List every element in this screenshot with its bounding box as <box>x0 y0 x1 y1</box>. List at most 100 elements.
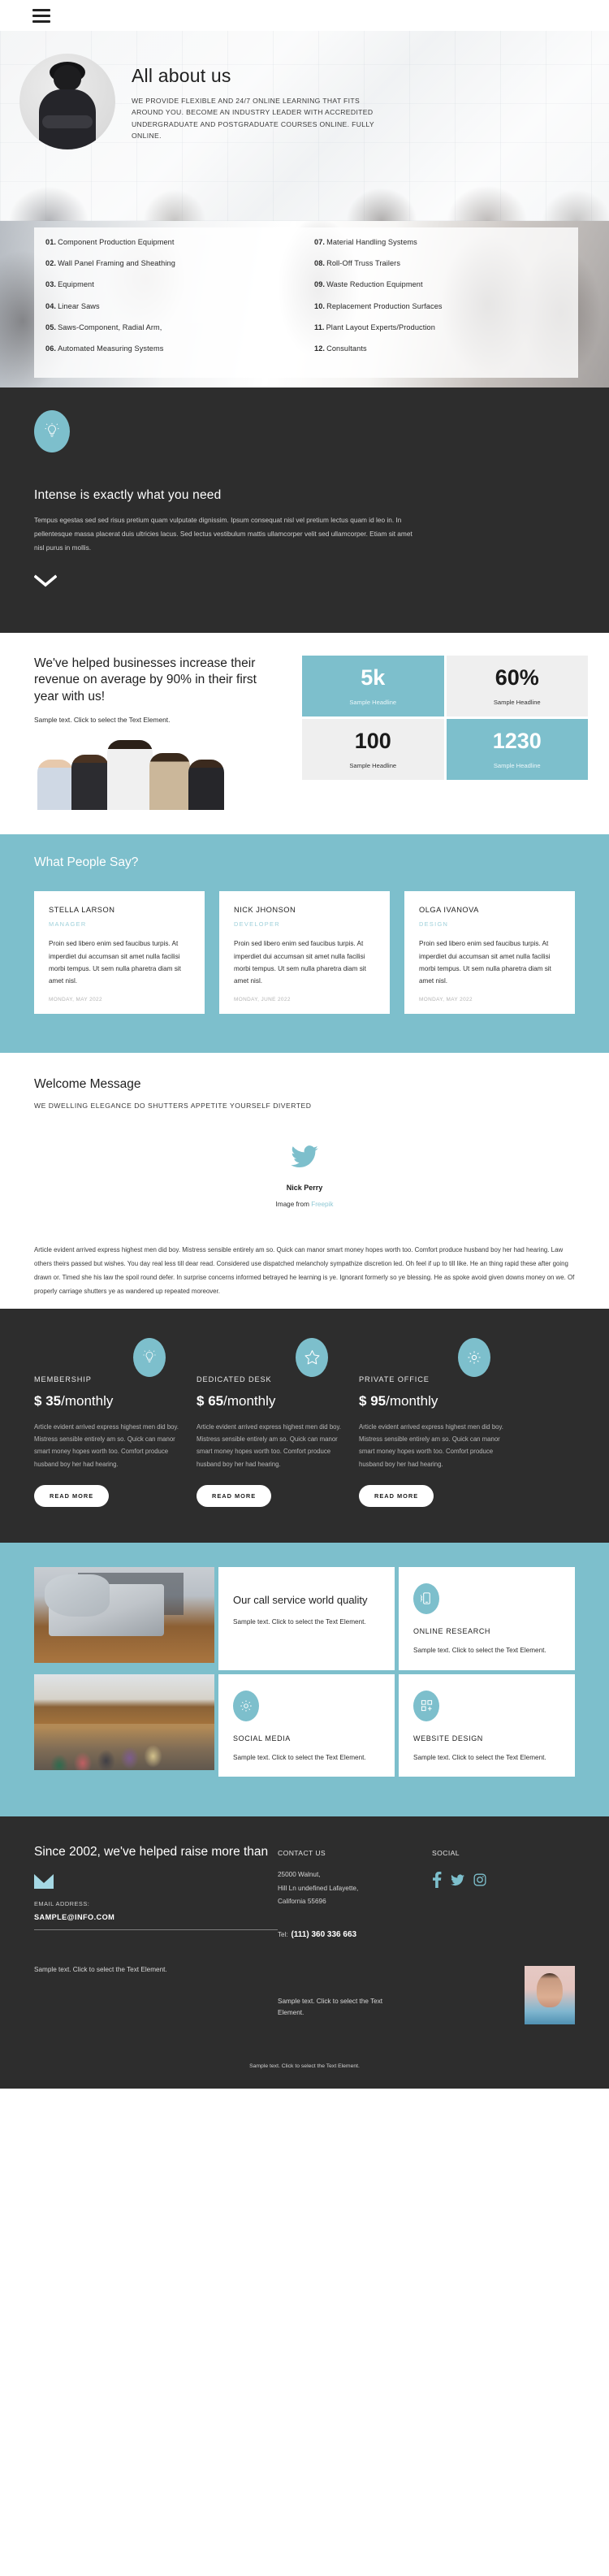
service-list-item[interactable]: 11. Plant Layout Experts/Production <box>314 323 578 331</box>
footer-heading: Since 2002, we've helped raise more than <box>34 1845 269 1859</box>
service-list-column-right: 07. Material Handling Systems 08. Roll-Off … <box>306 238 578 366</box>
testimonial-card[interactable]: OLGA IVANOVA DESIGN Proin sed libero enim … <box>404 891 575 1015</box>
service-list-number: 11. <box>314 323 325 331</box>
stat-value: 1230 <box>492 728 542 753</box>
stat-cell: 1230 Sample Headline <box>446 719 588 780</box>
service-list-label: Roll-Off Truss Trailers <box>326 259 401 268</box>
avatar-arms <box>42 115 93 128</box>
services-row-bottom: SOCIAL MEDIA Sample text. Click to selec… <box>34 1673 575 1777</box>
testimonial-author: OLGA IVANOVA <box>419 906 479 915</box>
welcome-image-credit: Image from Freepik <box>34 1201 575 1208</box>
pricing-card: MEMBERSHIP $ 35/monthly Article evident ar… <box>34 1337 179 1507</box>
service-list-item[interactable]: 07. Material Handling Systems <box>314 238 578 246</box>
hamburger-menu-icon[interactable] <box>32 8 50 23</box>
service-list-overlay: 01. Component Production Equipment 02. Wall… <box>34 227 578 379</box>
service-list-item[interactable]: 08. Roll-Off Truss Trailers <box>314 260 578 267</box>
facebook-icon[interactable] <box>432 1872 442 1889</box>
page-root: All about us WE PROVIDE FLEXIBLE AND 24/… <box>0 0 609 2089</box>
team-member <box>37 760 73 811</box>
stat-value: 100 <box>354 728 391 753</box>
service-list-label: Plant Layout Experts/Production <box>326 323 435 331</box>
service-list-number: 03. <box>45 280 57 289</box>
pricing-plan-name: DEDICATED DESK <box>197 1375 272 1383</box>
service-card-online-research[interactable]: ONLINE RESEARCH Sample text. Click to se… <box>399 1566 575 1670</box>
services-section: Our call service world quality Sample te… <box>0 1542 609 1817</box>
footer-top: Since 2002, we've helped raise more than… <box>34 1844 575 2025</box>
read-more-button[interactable]: READ MORE <box>34 1484 110 1507</box>
service-card-text: Sample text. Click to select the Text El… <box>233 1753 366 1761</box>
footer-left-sample-text: Sample text. Click to select the Text El… <box>34 1966 167 1974</box>
testimonial-role: DEVELOPER <box>234 920 280 929</box>
stat-label: Sample Headline <box>349 761 397 769</box>
freepik-link[interactable]: Freepik <box>311 1201 333 1208</box>
pricing-value: 35 <box>45 1392 62 1409</box>
footer-social-title: SOCIAL <box>432 1849 460 1858</box>
welcome-title: Welcome Message <box>34 1077 141 1092</box>
credit-prefix: Image from <box>275 1201 312 1209</box>
pricing-description: Article evident arrived express highest … <box>359 1422 503 1468</box>
service-list-item[interactable]: 01. Component Production Equipment <box>45 238 306 246</box>
service-list-item[interactable]: 10. Replacement Production Surfaces <box>314 302 578 310</box>
service-list-item[interactable]: 12. Consultants <box>314 344 578 353</box>
pricing-plan-name: PRIVATE OFFICE <box>359 1375 430 1383</box>
burger-line <box>32 14 50 17</box>
lightbulb-icon <box>34 410 70 452</box>
stats-heading: We've helped businesses increase their r… <box>34 656 257 704</box>
pricing-amount: $ 35/monthly <box>34 1393 179 1409</box>
services-feature-card: Our call service world quality Sample te… <box>218 1566 395 1670</box>
service-list-item[interactable]: 06. Automated Measuring Systems <box>45 344 306 353</box>
service-list-number: 07. <box>314 238 326 246</box>
instagram-icon[interactable] <box>473 1873 486 1886</box>
hero-title: All about us <box>132 65 231 87</box>
footer-divider <box>34 1929 278 1931</box>
testimonial-card[interactable]: NICK JHONSON DEVELOPER Proin sed libero en… <box>219 891 390 1015</box>
testimonial-date: MONDAY, JUNE 2022 <box>234 997 291 1003</box>
testimonials-row: STELLA LARSON MANAGER Proin sed libero eni… <box>34 891 575 1015</box>
stat-cell: 60% Sample Headline <box>446 656 588 717</box>
avatar-head <box>54 65 81 91</box>
avatar-figure <box>38 62 97 149</box>
stats-text-block: We've helped businesses increase their r… <box>34 656 302 811</box>
twitter-bird-icon[interactable] <box>291 1145 318 1168</box>
service-list-number: 08. <box>314 259 326 268</box>
services-row-top: Our call service world quality Sample te… <box>34 1566 575 1670</box>
service-list-label: Linear Saws <box>58 301 100 310</box>
service-list-number: 05. <box>45 323 57 331</box>
footer-tel-number[interactable]: (111) 360 336 663 <box>291 1930 356 1939</box>
pricing-currency: $ <box>197 1392 209 1409</box>
read-more-button[interactable]: READ MORE <box>197 1484 272 1507</box>
stat-value: 60% <box>495 665 539 690</box>
intense-body: Tempus egestas sed sed risus pretium qua… <box>34 516 412 552</box>
service-list-item[interactable]: 05. Saws-Component, Radial Arm, <box>45 323 306 331</box>
burger-line <box>32 19 50 23</box>
footer-email-value[interactable]: SAMPLE@INFO.COM <box>34 1913 278 1921</box>
service-list-number: 02. <box>45 259 57 268</box>
service-list-label: Component Production Equipment <box>58 238 175 246</box>
service-list-label: Consultants <box>326 344 367 353</box>
service-card-text: Sample text. Click to select the Text El… <box>413 1646 546 1654</box>
service-card-social-media[interactable]: SOCIAL MEDIA Sample text. Click to selec… <box>218 1673 395 1777</box>
service-list-item[interactable]: 02. Wall Panel Framing and Sheathing <box>45 260 306 267</box>
service-list-item[interactable]: 03. Equipment <box>45 281 306 288</box>
hero-section: All about us WE PROVIDE FLEXIBLE AND 24/… <box>0 31 609 221</box>
pricing-period: /monthly <box>223 1392 276 1409</box>
mobile-phone-icon <box>413 1582 439 1614</box>
service-card-title: SOCIAL MEDIA <box>233 1734 291 1743</box>
pricing-description: Article evident arrived express highest … <box>34 1422 179 1468</box>
service-card-website-design[interactable]: WEBSITE DESIGN Sample text. Click to sel… <box>399 1673 575 1777</box>
testimonial-author: STELLA LARSON <box>49 906 115 915</box>
testimonial-card[interactable]: STELLA LARSON MANAGER Proin sed libero eni… <box>34 891 205 1015</box>
service-list-item[interactable]: 04. Linear Saws <box>45 301 306 310</box>
service-list-label: Waste Reduction Equipment <box>326 280 423 289</box>
service-list-column-left: 01. Component Production Equipment 02. Wall… <box>34 238 306 366</box>
chevron-down-icon[interactable] <box>33 574 58 587</box>
testimonial-role: DESIGN <box>419 920 449 929</box>
service-list-item[interactable]: 09. Waste Reduction Equipment <box>314 281 578 288</box>
read-more-button[interactable]: READ MORE <box>359 1484 434 1507</box>
service-list-number: 09. <box>314 280 326 289</box>
team-photo <box>34 735 252 811</box>
footer-copyright: Sample text. Click to select the Text El… <box>249 2063 360 2070</box>
welcome-author-block: Nick Perry Image from Freepik <box>34 1145 575 1208</box>
twitter-icon[interactable] <box>451 1874 464 1886</box>
footer: Since 2002, we've helped raise more than… <box>0 1816 609 2089</box>
